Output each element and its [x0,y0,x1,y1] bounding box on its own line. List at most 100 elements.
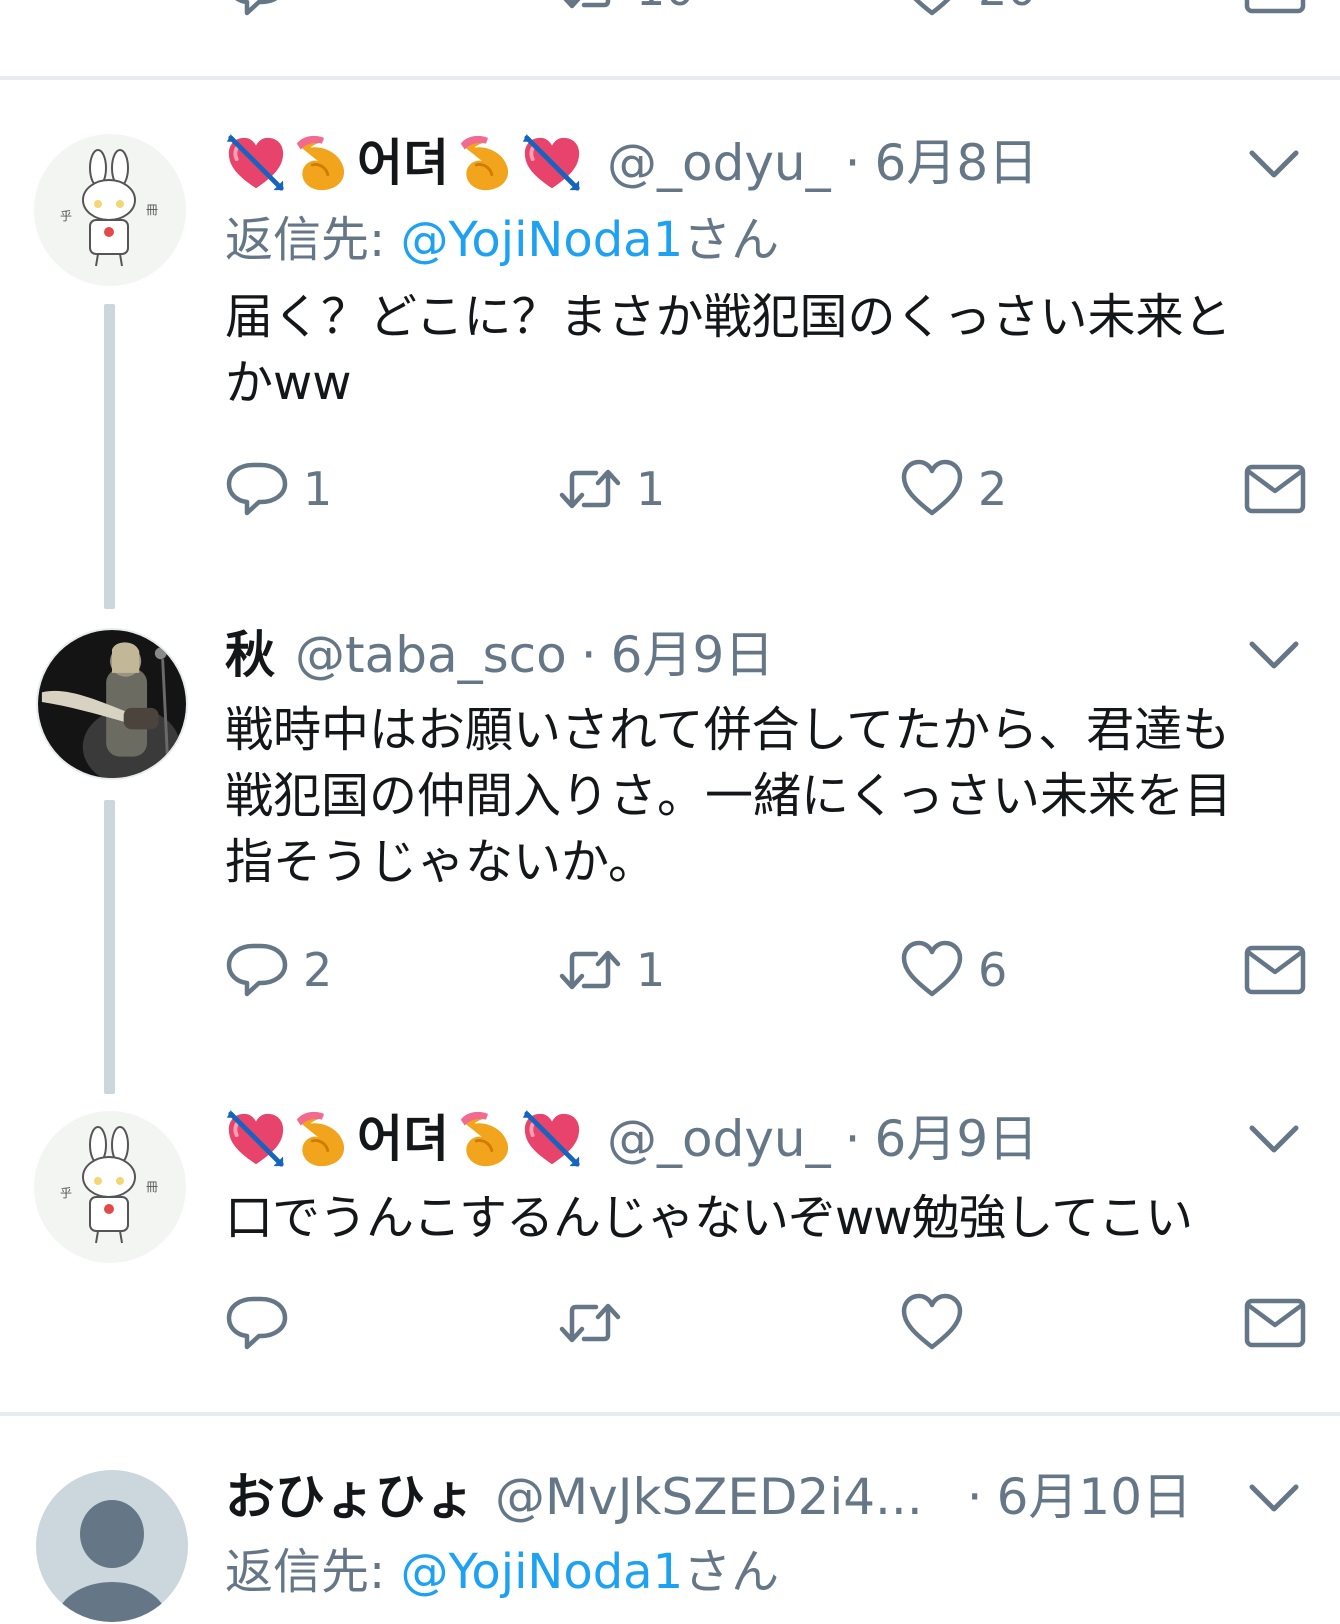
reply-count: 2 [303,943,333,997]
tweet-actions: 1 1 2 [225,456,1315,522]
heart-with-arrow-icon [521,132,583,194]
thread-line [104,800,115,1094]
flexed-biceps-icon [455,132,517,194]
reply-mention-link[interactable]: @YojiNoda1 [400,1544,683,1600]
reply-button[interactable]: 2 [225,937,332,1003]
like-button[interactable]: 20 [900,0,1037,22]
tweet-divider [0,1412,1340,1416]
display-name[interactable]: 어뎌 [225,132,587,194]
user-handle[interactable]: @MvJkSZED2i4... [495,1466,923,1528]
user-handle[interactable]: @_odyu_ [607,1108,831,1170]
retweet-button[interactable] [558,1290,622,1356]
user-handle[interactable]: @taba_sco [295,624,567,686]
reply-button[interactable] [225,0,289,22]
heart-with-arrow-icon [521,1108,583,1170]
like-count: 20 [978,0,1037,16]
reply-to-label: 返信先: [225,1544,401,1600]
svg-text:乎: 乎 [60,209,72,223]
heart-with-arrow-icon [225,132,287,194]
reply-count: 1 [303,462,333,516]
separator: · [966,1468,983,1526]
tweet-text: 戦時中はお願いされて併合してたから、君達も戦犯国の仲間入りさ。一緒にくっさい未来… [225,702,1233,890]
tweet-text: 届く？どこに？まさか戦犯国のくっさい未来とかww [225,289,1232,411]
thread-line [104,304,115,609]
like-button[interactable]: 2 [900,456,1007,522]
reply-button[interactable] [225,1290,289,1356]
retweet-button[interactable]: 10 [558,0,695,22]
display-name[interactable]: 秋 [225,624,275,686]
display-name-text: 어뎌 [357,134,449,192]
tweet-menu-button[interactable] [1248,1120,1300,1160]
tweet-divider [0,76,1340,80]
display-name[interactable]: おひょひょ [225,1466,475,1528]
separator: · [844,134,861,192]
guitarist-photo-avatar [38,630,186,778]
display-name[interactable]: 어뎌 [225,1108,587,1170]
retweet-button[interactable]: 1 [558,456,665,522]
tweet-menu-button[interactable] [1248,636,1300,676]
separator: · [844,1110,861,1168]
envelope-icon [1243,938,1307,1002]
tweet-header: おひょひょ @MvJkSZED2i4... · 6月10日 [225,1466,1192,1528]
default-profile-icon [36,1470,188,1622]
retweet-icon [558,0,622,21]
user-handle[interactable]: @_odyu_ [607,132,831,194]
rabbit-avatar-icon: 乎 冊 [34,1111,186,1263]
tweet-actions: 2 1 6 [225,937,1315,1003]
avatar[interactable] [36,628,188,780]
reply-to: 返信先: @YojiNoda1さん [225,1541,779,1603]
reply-to: 返信先: @YojiNoda1さん [225,209,779,271]
share-dm-button[interactable] [1243,1290,1307,1356]
svg-text:乎: 乎 [60,1186,72,1200]
tweet-actions [225,1290,1315,1356]
avatar[interactable]: 乎 冊 [34,134,186,286]
reply-icon [225,457,289,521]
tweet-header: 秋 @taba_sco · 6月9日 [225,624,774,686]
reply-suffix: さん [683,1544,780,1600]
share-dm-button[interactable] [1243,937,1307,1003]
reply-icon [225,1291,289,1355]
reply-mention-link[interactable]: @YojiNoda1 [400,212,683,268]
envelope-icon [1243,1291,1307,1355]
envelope-icon [1243,0,1307,21]
tweet-date[interactable]: 6月9日 [875,1108,1039,1170]
reply-to-label: 返信先: [225,212,401,268]
tweet-date[interactable]: 6月9日 [611,624,775,686]
flexed-biceps-icon [291,1108,353,1170]
avatar[interactable] [36,1470,188,1622]
flexed-biceps-icon [455,1108,517,1170]
avatar[interactable]: 乎 冊 [34,1111,186,1263]
tweet-date[interactable]: 6月8日 [875,132,1039,194]
tweet-text: 口でうんこするんじゃないぞww勉強してこい [225,1190,1193,1246]
chevron-down-icon [1248,636,1300,676]
chevron-down-icon [1248,1479,1300,1519]
reply-icon [225,938,289,1002]
tweet-header: 어뎌 @_odyu_ · 6月9日 [225,1108,1038,1170]
display-name-text: 어뎌 [357,1110,449,1168]
tweet-header: 어뎌 @_odyu_ · 6月8日 [225,132,1038,194]
retweet-count: 1 [636,943,666,997]
reply-suffix: さん [683,212,780,268]
retweet-count: 10 [636,0,695,16]
retweet-button[interactable]: 1 [558,937,665,1003]
chevron-down-icon [1248,145,1300,185]
tweet-menu-button[interactable] [1248,145,1300,185]
heart-icon [900,457,964,521]
tweet-menu-button[interactable] [1248,1479,1300,1519]
like-button[interactable] [900,1290,964,1356]
heart-icon [900,938,964,1002]
reply-button[interactable]: 1 [225,456,332,522]
share-dm-button[interactable] [1243,0,1307,22]
share-dm-button[interactable] [1243,456,1307,522]
heart-with-arrow-icon [225,1108,287,1170]
previous-tweet-actions: 10 20 [225,0,1315,22]
like-count: 2 [978,462,1008,516]
tweet-date[interactable]: 6月10日 [997,1466,1192,1528]
like-count: 6 [978,943,1008,997]
svg-text:冊: 冊 [146,203,158,217]
like-button[interactable]: 6 [900,937,1007,1003]
chevron-down-icon [1248,1120,1300,1160]
heart-icon [900,0,964,21]
svg-text:冊: 冊 [146,1180,158,1194]
reply-icon [225,0,289,21]
